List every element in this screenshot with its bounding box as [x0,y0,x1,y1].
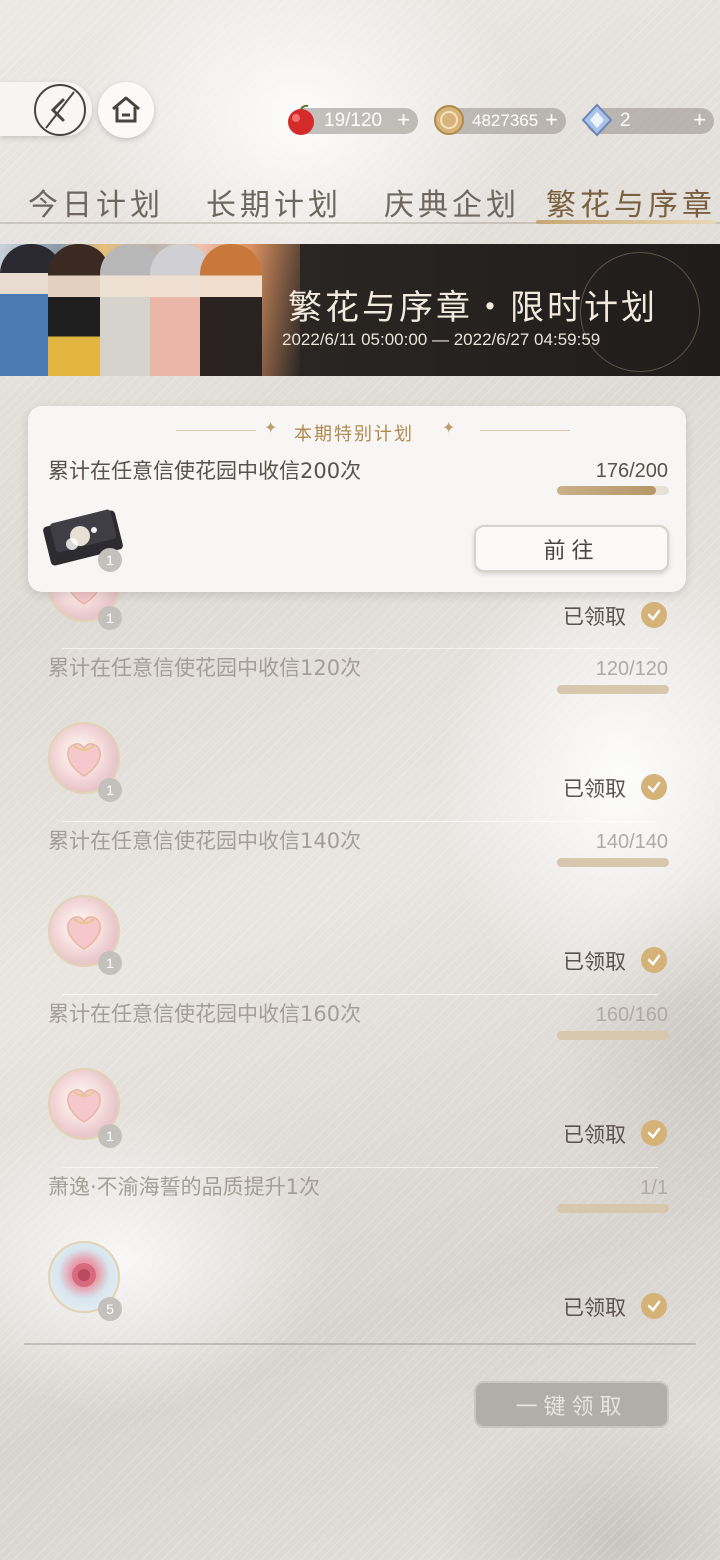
special-progress-bar [557,486,669,495]
claimed-status: 已领取 [563,777,626,801]
back-button[interactable] [34,84,86,136]
coin-value: 4827365 [472,111,539,130]
tab-long-term-plan[interactable]: 长期计划 [206,180,342,224]
coin-resource[interactable]: 4827365 + [434,105,566,135]
special-plan-header: 本期特别计划 [294,424,414,445]
list-bottom-divider [24,1343,696,1345]
add-stamina-icon[interactable]: + [397,107,410,133]
card-header-line-left [176,430,256,431]
add-coin-icon[interactable]: + [545,107,558,133]
crystal-resource[interactable]: 2 + [581,103,714,137]
row-separator [62,821,658,822]
task-progress-bar [557,858,669,867]
tab-active-indicator [536,220,716,224]
task-progress-fill [557,1031,669,1040]
reward-count: 1 [98,1124,122,1148]
task-progress-bar [557,685,669,694]
add-crystal-icon[interactable]: + [693,107,706,133]
special-progress-text: 176/200 [595,460,668,482]
check-icon [641,602,667,628]
check-icon [641,1120,667,1146]
crystal-icon [581,103,613,137]
claimed-status: 已领取 [563,1296,626,1320]
task-title: 累计在任意信使花园中收信120次 [48,656,362,680]
back-arrow-icon [45,91,75,129]
reward-count: 5 [98,1297,122,1321]
stamina-resource[interactable]: 19/120 + [288,104,418,135]
claimed-status: 已领取 [563,950,626,974]
claim-all-button[interactable]: 一键领取 [474,1381,669,1428]
sparkle-icon: ✦ [442,418,456,437]
task-title: 累计在任意信使花园中收信140次 [48,829,362,853]
claimed-status: 已领取 [563,1123,626,1147]
task-progress-fill [557,685,669,694]
special-task-title: 累计在任意信使花园中收信200次 [48,459,362,483]
row-separator [62,648,658,649]
check-icon [641,774,667,800]
tab-celebration-plan[interactable]: 庆典企划 [384,180,520,224]
banner-title: 繁花与序章・限时计划 [288,288,658,328]
tab-today-plan[interactable]: 今日计划 [28,180,164,224]
check-icon [641,947,667,973]
task-progress-fill [557,1204,669,1213]
task-progress-text: 1/1 [640,1177,668,1199]
task-progress-bar [557,1204,669,1213]
reward-count: 1 [98,951,122,975]
task-progress-text: 160/160 [595,1004,668,1026]
home-button[interactable] [98,82,154,138]
tab-flowers-prelude[interactable]: 繁花与序章 [546,180,716,224]
banner-date-range: 2022/6/11 05:00:00 — 2022/6/27 04:59:59 [282,330,601,349]
task-progress-text: 120/120 [595,658,668,680]
apple-icon [288,104,314,135]
claimed-status: 已领取 [563,605,626,629]
check-icon [641,1293,667,1319]
task-title: 萧逸·不渝海誓的品质提升1次 [48,1175,321,1199]
go-button[interactable]: 前往 [474,525,669,572]
reward-count: 1 [98,606,122,630]
task-progress-text: 140/140 [595,831,668,853]
row-separator [62,1167,658,1168]
task-progress-fill [557,858,669,867]
row-separator [62,994,658,995]
coin-icon [434,105,464,135]
banner-artwork [0,244,300,376]
stamina-value: 19/120 [324,110,383,131]
sparkle-icon: ✦ [264,418,278,437]
card-header-line-right [480,430,570,431]
reward-count: 1 [98,778,122,802]
task-progress-bar [557,1031,669,1040]
task-title: 累计在任意信使花园中收信160次 [48,1002,362,1026]
special-reward-count: 1 [98,548,122,572]
home-icon [112,96,140,123]
special-progress-fill [557,486,656,495]
crystal-value: 2 [620,110,631,131]
